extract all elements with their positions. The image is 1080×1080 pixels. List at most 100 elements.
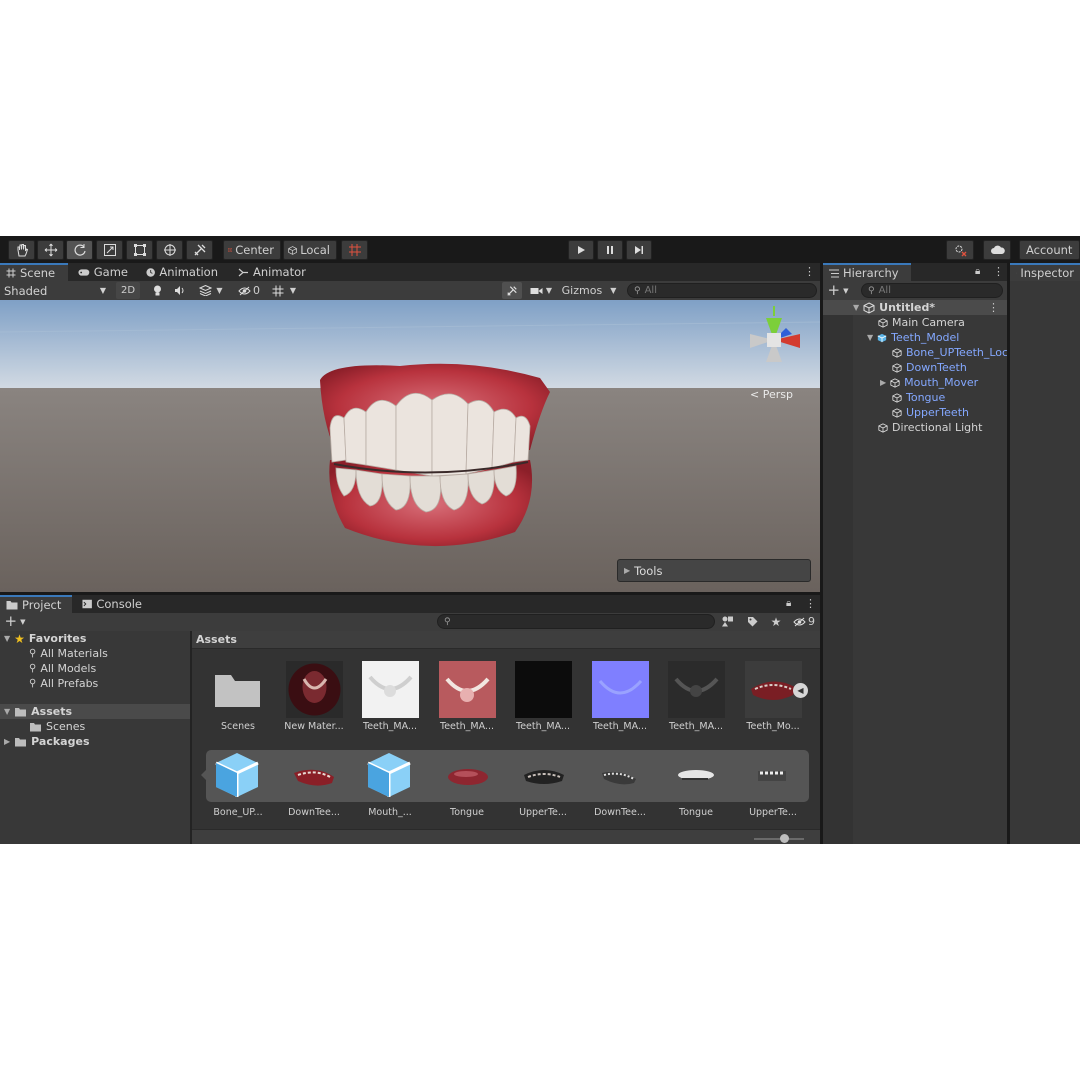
asset-thumb-mouth-prefab[interactable] — [364, 750, 421, 800]
hierarchy-item-downteeth[interactable]: DownTeeth — [823, 360, 967, 375]
assets-folder[interactable]: ▼ Assets — [0, 704, 190, 719]
account-dropdown[interactable]: Account — [1019, 240, 1080, 260]
asset-thumb-new-material[interactable] — [286, 661, 343, 718]
asset-thumb-upperteeth-mesh[interactable] — [516, 753, 573, 799]
tab-game[interactable]: Game — [72, 263, 134, 281]
hierarchy-item-main-camera[interactable]: Main Camera — [823, 315, 965, 330]
pause-button[interactable] — [597, 240, 623, 260]
move-icon — [44, 243, 57, 257]
favorite-all-materials[interactable]: ⚲ All Materials — [0, 646, 108, 661]
favorites-section[interactable]: ▼ ★ Favorites — [0, 631, 86, 646]
project-menu-kebab-icon[interactable]: ⋮ — [805, 597, 816, 610]
hierarchy-item-mouth-mover[interactable]: ▶ Mouth_Mover — [823, 375, 978, 390]
pivot-center-button[interactable]: Center — [223, 240, 281, 260]
folder-scenes[interactable]: Scenes — [0, 719, 85, 734]
rect-tool-button[interactable] — [126, 240, 153, 260]
hidden-packages-toggle[interactable]: 9 — [790, 613, 818, 630]
hierarchy-item-upperteeth[interactable]: UpperTeeth — [823, 405, 969, 420]
asset-thumb-downteeth-gray[interactable] — [592, 753, 649, 799]
hierarchy-item-bone-upteeth[interactable]: Bone_UPTeeth_Loc — [823, 345, 1008, 360]
project-search-input[interactable]: ⚲ — [437, 614, 715, 629]
collapse-arrow-icon[interactable]: ▶ — [880, 378, 886, 387]
search-by-type-button[interactable] — [720, 613, 736, 630]
tab-scene[interactable]: Scene — [0, 263, 68, 281]
collab-button[interactable] — [946, 240, 974, 260]
rotate-tool-button[interactable] — [66, 240, 93, 260]
grid-settings-dropdown[interactable]: ▼ — [266, 282, 302, 299]
asset-label: Mouth_... — [368, 807, 412, 818]
audio-toggle-button[interactable] — [171, 282, 189, 299]
asset-thumb-texture-white[interactable] — [362, 661, 419, 718]
effects-dropdown[interactable]: ▼ — [194, 282, 228, 299]
asset-thumb-upperteeth-gray[interactable] — [744, 753, 801, 799]
lighting-toggle-button[interactable] — [148, 282, 166, 299]
hierarchy-item-directional-light[interactable]: Directional Light — [823, 420, 982, 435]
tab-hierarchy[interactable]: Hierarchy — [823, 263, 911, 281]
tab-console[interactable]: Console — [76, 595, 148, 613]
lock-icon[interactable]: 🔒︎ — [975, 266, 980, 277]
project-tab-bar: Project Console 🔒︎ ⋮ — [0, 595, 820, 613]
asset-thumb-tongue-white[interactable] — [668, 753, 725, 799]
cloud-button[interactable] — [983, 240, 1011, 260]
scene-tools-button[interactable] — [502, 282, 522, 299]
asset-thumb-texture-red[interactable] — [439, 661, 496, 718]
tab-animator[interactable]: Animator — [232, 263, 312, 281]
tab-inspector[interactable]: Inspector — [1010, 263, 1080, 281]
project-create-dropdown[interactable]: + ▼ — [2, 613, 28, 630]
hidden-count: 0 — [253, 284, 260, 297]
asset-label: Teeth_MA... — [669, 721, 723, 732]
gizmos-dropdown[interactable]: Gizmos ▼ — [558, 282, 620, 299]
step-button[interactable] — [626, 240, 652, 260]
hierarchy-item-teeth-model[interactable]: ▼ Teeth_Model — [823, 330, 959, 345]
camera-settings-dropdown[interactable]: ▼ — [527, 282, 555, 299]
grid-snap-button[interactable] — [341, 240, 368, 260]
expand-model-arrow-icon[interactable]: ◀ — [793, 683, 808, 698]
dropdown-arrow-icon: ▼ — [610, 286, 617, 295]
packages-folder[interactable]: ▶ Packages — [0, 734, 90, 749]
asset-thumb-tongue-mesh[interactable] — [440, 753, 497, 799]
center-label: Center — [235, 243, 274, 257]
hierarchy-search-input[interactable]: ⚲ All — [861, 283, 1003, 298]
projection-label[interactable]: < Persp — [750, 388, 793, 401]
hand-tool-button[interactable] — [8, 240, 35, 260]
tab-animation[interactable]: Animation — [140, 263, 224, 281]
asset-thumb-texture-gray[interactable] — [668, 661, 725, 718]
asset-thumb-downteeth-mesh[interactable] — [288, 753, 345, 799]
hierarchy-menu-kebab-icon[interactable]: ⋮ — [993, 265, 1004, 278]
scene-menu-kebab-icon[interactable]: ⋮ — [804, 266, 815, 278]
favorite-all-models[interactable]: ⚲ All Models — [0, 661, 96, 676]
custom-tool-button[interactable] — [186, 240, 213, 260]
asset-thumb-texture-normal[interactable] — [592, 661, 649, 718]
asset-thumb-scenes-folder[interactable] — [209, 661, 266, 718]
grid-snap-icon — [348, 244, 361, 256]
asset-breadcrumb[interactable]: Assets — [192, 631, 820, 649]
shading-mode-dropdown[interactable]: Shaded ▼ — [0, 282, 110, 299]
pivot-local-button[interactable]: Local — [283, 240, 337, 260]
favorite-all-prefabs[interactable]: ⚲ All Prefabs — [0, 676, 98, 691]
asset-thumb-bone-up-prefab[interactable] — [212, 750, 269, 800]
hidden-objects-toggle[interactable]: 0 — [234, 282, 264, 299]
play-button[interactable] — [568, 240, 594, 260]
scale-tool-button[interactable] — [96, 240, 123, 260]
hierarchy-item-tongue[interactable]: Tongue — [823, 390, 945, 405]
local-label: Local — [300, 243, 330, 257]
2d-toggle-button[interactable]: 2D — [116, 282, 140, 299]
scene-search-input[interactable]: ⚲ All — [627, 283, 817, 298]
thumbnail-size-slider-track[interactable] — [754, 838, 804, 840]
pause-icon — [607, 246, 613, 254]
tab-project[interactable]: Project — [0, 595, 72, 613]
hierarchy-item-label: Bone_UPTeeth_Loc — [906, 346, 1009, 359]
transform-tool-button[interactable] — [156, 240, 183, 260]
move-tool-button[interactable] — [37, 240, 64, 260]
lock-icon[interactable]: 🔒︎ — [786, 598, 791, 609]
thumbnail-size-slider-thumb[interactable] — [780, 834, 789, 843]
scene-root-row[interactable]: ▼ Untitled* ⋮ — [823, 300, 1007, 315]
tools-overlay-panel[interactable]: ▶ Tools — [617, 559, 811, 582]
create-dropdown[interactable]: + ▼ — [825, 282, 851, 299]
asset-label: Tongue — [450, 807, 484, 818]
favorites-filter-button[interactable]: ★ — [768, 613, 784, 630]
scene-viewport[interactable]: < Persp ▶ Tools — [0, 300, 820, 592]
search-by-label-button[interactable] — [744, 613, 760, 630]
asset-thumb-texture-black[interactable] — [515, 661, 572, 718]
scene-menu-kebab-icon[interactable]: ⋮ — [988, 301, 999, 314]
